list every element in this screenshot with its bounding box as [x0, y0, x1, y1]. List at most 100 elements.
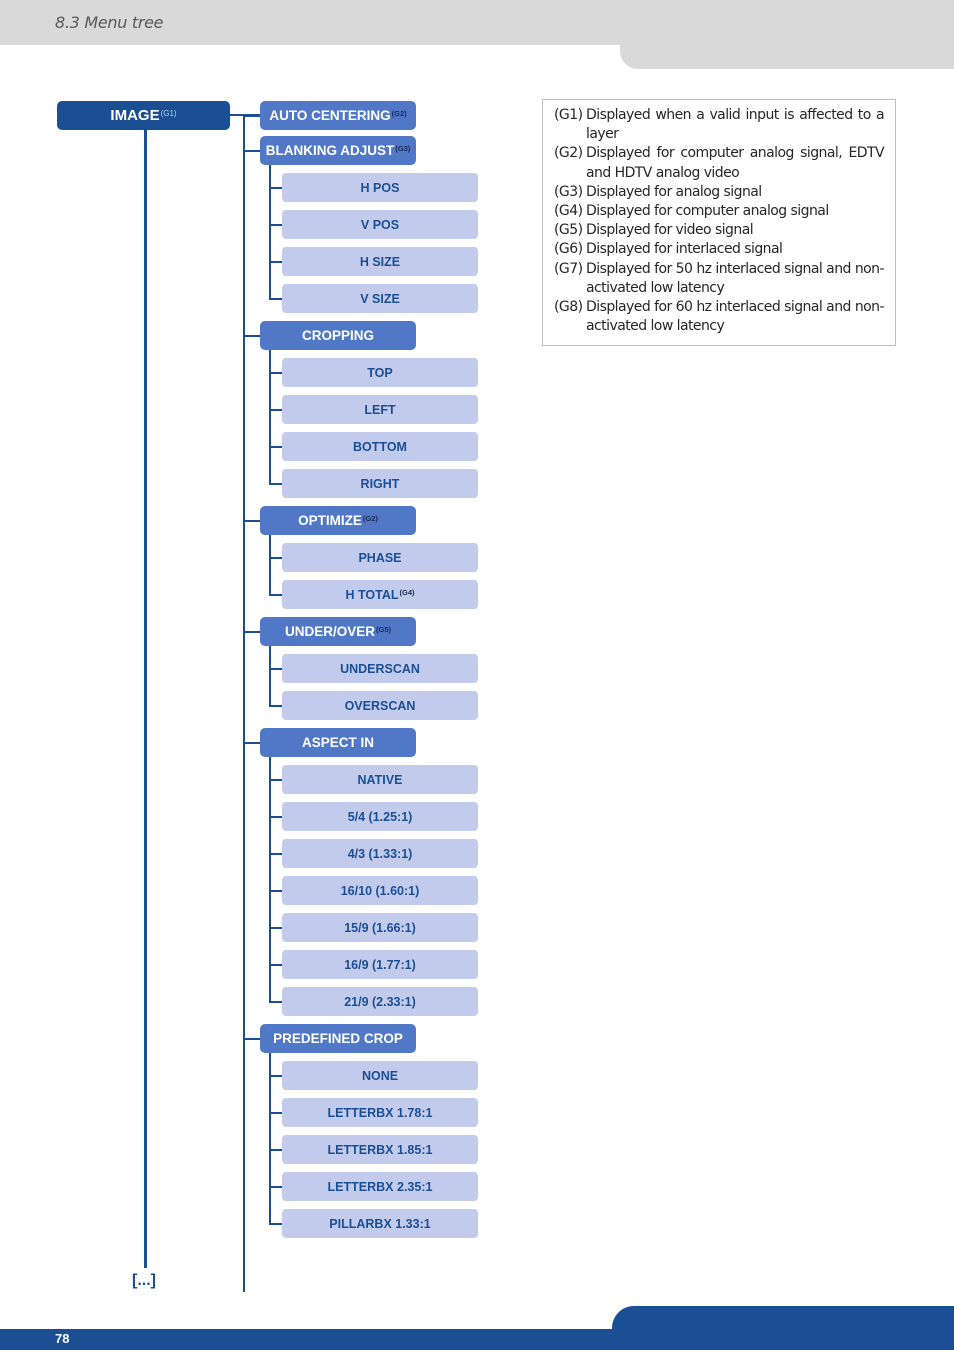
legend-row: (G5) Displayed for video signal — [554, 221, 884, 240]
submenu-item-4-3-1-33-1: 4/3 (1.33:1) — [282, 839, 478, 868]
menu-item-cropping: CROPPING — [260, 321, 416, 350]
node-label: H SIZE — [359, 254, 401, 269]
submenu-item-h-pos: H POS — [282, 173, 478, 202]
submenu-item-none: NONE — [282, 1061, 478, 1090]
node-label: AUTO CENTERING — [269, 108, 391, 123]
branch-connector — [243, 520, 260, 522]
node-note: (G5) — [376, 625, 391, 634]
submenu-item-right: RIGHT — [282, 469, 478, 498]
node-label: 4/3 (1.33:1) — [347, 846, 413, 861]
branch-connector — [243, 742, 260, 744]
node-label: OVERSCAN — [344, 698, 416, 713]
legend-row: (G8) Displayed for 60 hz interlaced signa… — [554, 298, 885, 336]
level1-trunk-line — [243, 114, 245, 1292]
node-note: (G2) — [391, 109, 407, 118]
node-label: LETTERBX 1.85:1 — [327, 1142, 433, 1157]
root-trunk-line — [144, 130, 147, 1268]
node-label: BOTTOM — [353, 439, 407, 454]
node-note: (G2) — [362, 514, 378, 523]
submenu-item-5-4-1-25-1: 5/4 (1.25:1) — [282, 802, 478, 831]
menu-item-aspect-in: ASPECT IN — [260, 728, 416, 757]
submenu-item-underscan: UNDERSCAN — [282, 654, 478, 683]
node-label: H POS — [360, 180, 400, 195]
submenu-item-letterbx-1-85-1: LETTERBX 1.85:1 — [282, 1135, 478, 1164]
sub-trunk-line — [269, 535, 271, 596]
sub-trunk-line — [269, 757, 271, 1003]
node-label: V SIZE — [360, 291, 400, 306]
legend-row: (G1) Displayed when a valid input is affe… — [554, 106, 885, 144]
node-label: 16/9 (1.77:1) — [344, 957, 416, 972]
submenu-item-v-size: V SIZE — [282, 284, 478, 313]
submenu-item-phase: PHASE — [282, 543, 478, 572]
node-label: 5/4 (1.25:1) — [347, 809, 413, 824]
legend-box: (G1) Displayed when a valid input is affe… — [542, 99, 896, 346]
node-label: UNDER/OVER — [284, 624, 375, 639]
submenu-item-letterbx-1-78-1: LETTERBX 1.78:1 — [282, 1098, 478, 1127]
legend-text: Displayed for 50 hz interlaced signal an… — [586, 260, 885, 296]
legend-row: (G7) Displayed for 50 hz interlaced signa… — [554, 260, 885, 298]
menu-item-optimize: OPTIMIZE (G2) — [260, 506, 416, 535]
sub-trunk-line — [269, 165, 271, 300]
node-label: RIGHT — [360, 476, 400, 491]
submenu-item-v-pos: V POS — [282, 210, 478, 239]
node-note: (G4) — [399, 588, 415, 597]
menu-item-auto-centering: AUTO CENTERING (G2) — [260, 101, 416, 130]
section-title: 8.3 Menu tree — [55, 13, 164, 32]
footer-band — [0, 1329, 954, 1350]
sub-trunk-line — [269, 1053, 271, 1225]
node-label: V POS — [360, 217, 400, 232]
branch-connector — [243, 115, 260, 117]
branch-connector — [243, 335, 260, 337]
legend-code: (G8) — [554, 299, 583, 316]
header-tab-shape — [620, 40, 954, 69]
legend-row: (G6) Displayed for interlaced signal — [554, 240, 884, 259]
legend-row: (G3) Displayed for analog signal — [554, 183, 884, 202]
legend-text: Displayed for 60 hz interlaced signal an… — [586, 299, 885, 335]
legend-text: Displayed for analog signal — [586, 183, 762, 200]
legend-row: (G4) Displayed for computer analog signal — [554, 202, 884, 221]
node-label: LETTERBX 1.78:1 — [327, 1105, 433, 1120]
submenu-item-h-size: H SIZE — [282, 247, 478, 276]
legend-text: Displayed for computer analog signal — [586, 203, 829, 220]
submenu-item-bottom: BOTTOM — [282, 432, 478, 461]
continuation-marker: [...] — [132, 1272, 156, 1289]
legend-code: (G3) — [554, 183, 583, 200]
legend-text: Displayed when a valid input is affected… — [586, 107, 885, 143]
submenu-item-top: TOP — [282, 358, 478, 387]
node-label: UNDERSCAN — [340, 661, 420, 676]
node-label: H TOTAL — [345, 587, 399, 602]
node-label: OPTIMIZE — [298, 513, 362, 528]
submenu-item-16-9-1-77-1: 16/9 (1.77:1) — [282, 950, 478, 979]
node-label: LEFT — [364, 402, 396, 417]
node-label: IMAGE — [110, 107, 160, 124]
node-label: PILLARBX 1.33:1 — [329, 1216, 431, 1231]
node-label: NONE — [361, 1068, 399, 1083]
node-label: PREDEFINED CROP — [273, 1031, 403, 1046]
legend-code: (G7) — [554, 260, 583, 277]
node-label: NATIVE — [357, 772, 403, 787]
node-note: (G3) — [395, 144, 411, 153]
legend-text: Displayed for interlaced signal — [586, 241, 783, 258]
node-note: (G1) — [160, 109, 177, 118]
node-label: CROPPING — [301, 328, 374, 343]
menu-item-under-over: UNDER/OVER (G5) — [260, 617, 416, 646]
tree-root-image: IMAGE (G1) — [57, 101, 230, 130]
node-label: TOP — [367, 365, 393, 380]
node-label: 21/9 (2.33:1) — [344, 994, 416, 1009]
menu-item-blanking-adjust: BLANKING ADJUST (G3) — [260, 136, 416, 165]
legend-text: Displayed for computer analog signal, ED… — [586, 145, 885, 181]
submenu-item-pillarbx-1-33-1: PILLARBX 1.33:1 — [282, 1209, 478, 1238]
submenu-item-overscan: OVERSCAN — [282, 691, 478, 720]
node-label: PHASE — [358, 550, 402, 565]
submenu-item-15-9-1-66-1: 15/9 (1.66:1) — [282, 913, 478, 942]
legend-code: (G5) — [554, 222, 583, 239]
submenu-item-letterbx-2-35-1: LETTERBX 2.35:1 — [282, 1172, 478, 1201]
node-label: ASPECT IN — [301, 735, 374, 750]
sub-trunk-line — [269, 350, 271, 485]
legend-text: Displayed for video signal — [586, 222, 754, 239]
submenu-item-21-9-2-33-1: 21/9 (2.33:1) — [282, 987, 478, 1016]
node-label: 16/10 (1.60:1) — [340, 883, 420, 898]
page-number: 78 — [55, 1331, 70, 1346]
legend-code: (G6) — [554, 241, 583, 258]
submenu-item-left: LEFT — [282, 395, 478, 424]
